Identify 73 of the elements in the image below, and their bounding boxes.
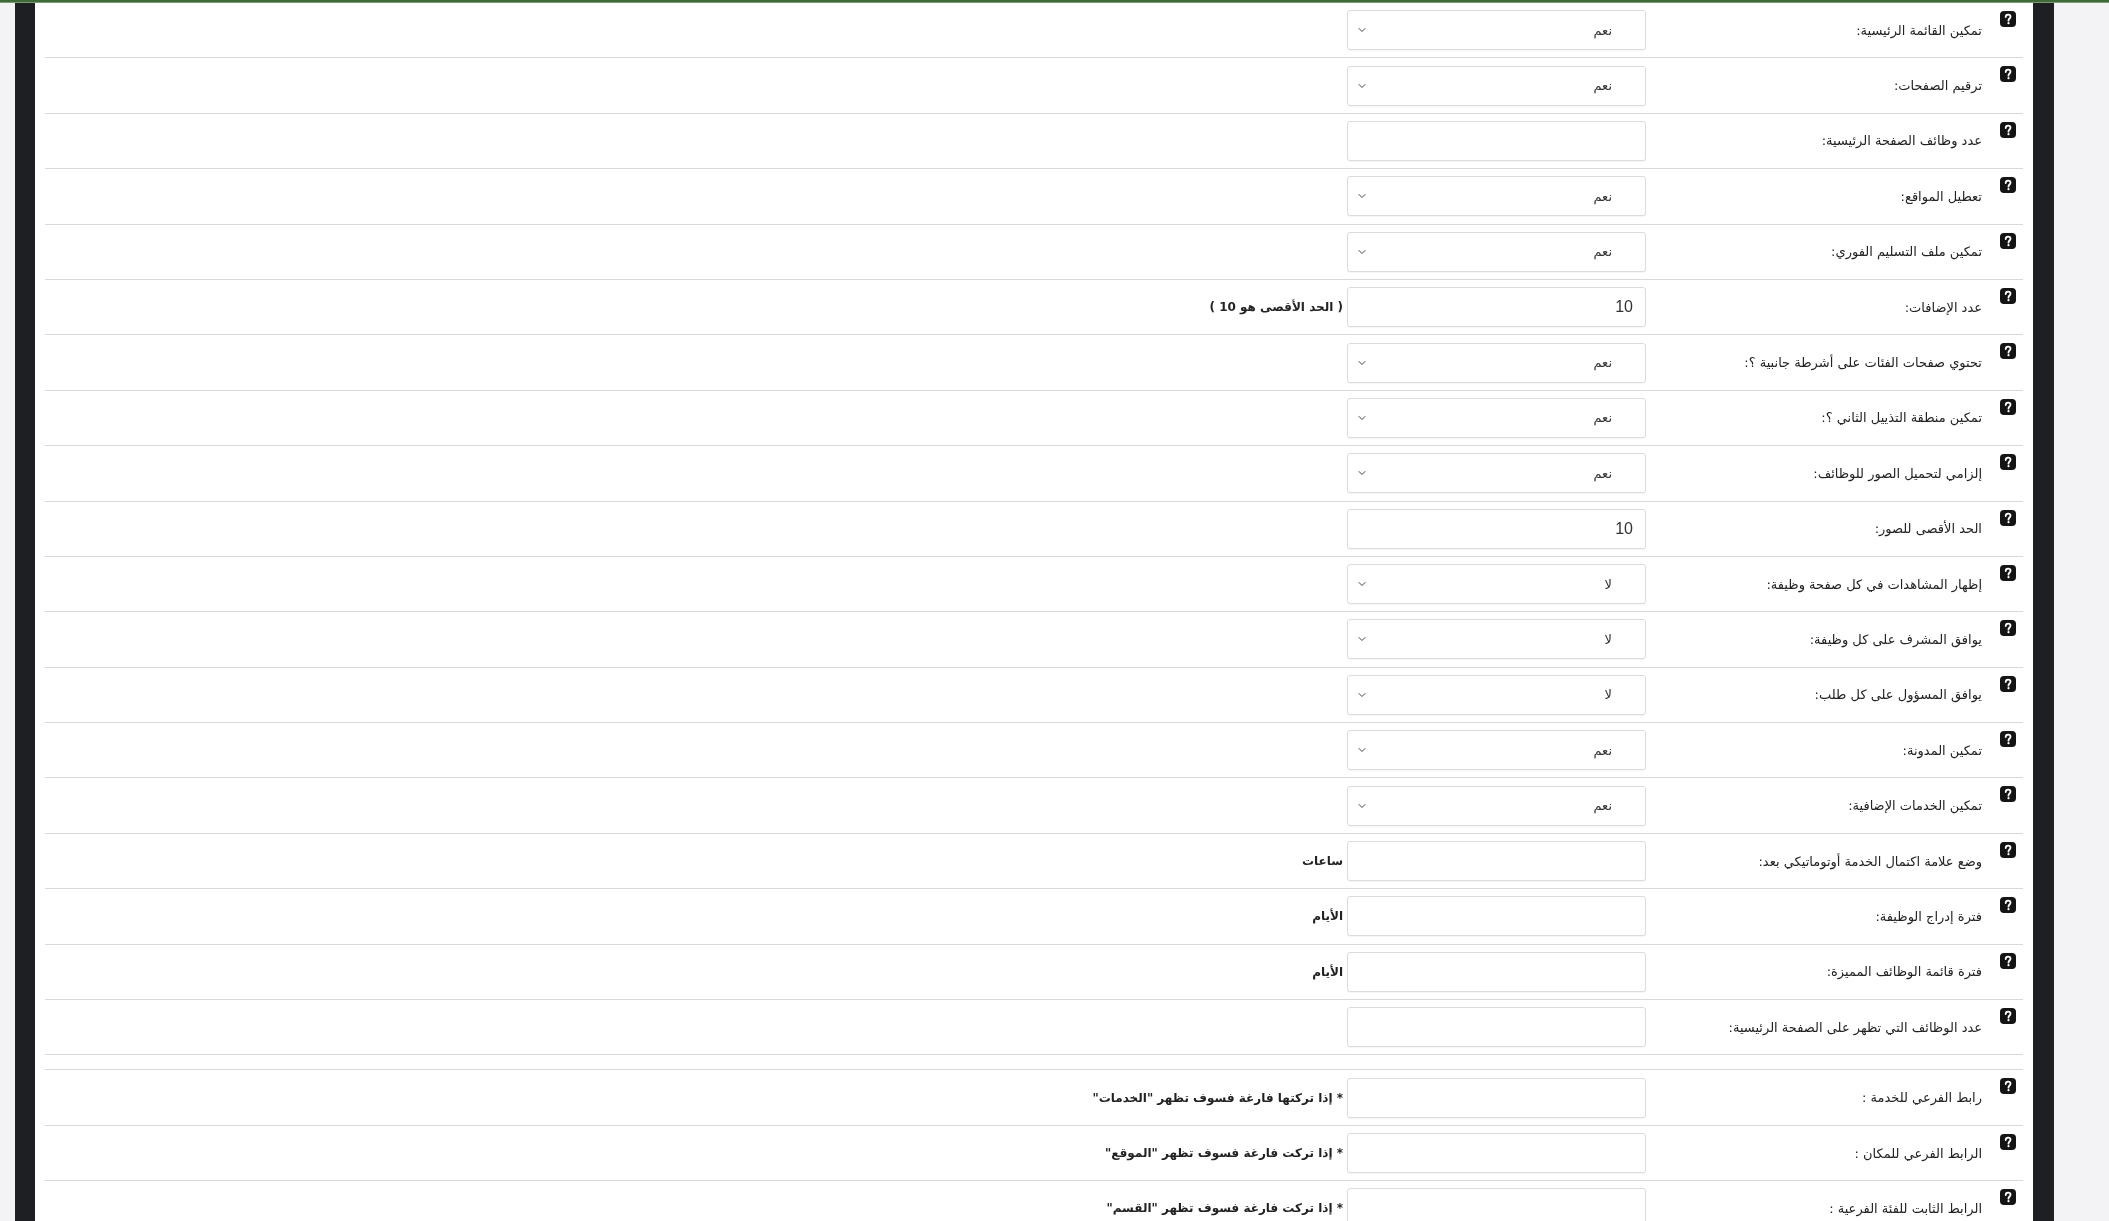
- input-field[interactable]: [1347, 1007, 1646, 1048]
- field-label: يوافق المسؤول على كل طلب:: [1814, 687, 1982, 703]
- field-label: يوافق المشرف على كل وظيفة:: [1809, 632, 1982, 647]
- field-note: * إذا تركت فارغة فسوف تظهر "الموقع": [1105, 1146, 1343, 1160]
- help-icon[interactable]: [2000, 177, 2016, 194]
- dropdown[interactable]: نعم: [1347, 231, 1646, 272]
- help-icon[interactable]: [2000, 121, 2016, 138]
- dropdown[interactable]: نعم: [1347, 397, 1646, 438]
- field-label: إلزامي لتحميل الصور للوظائف:: [1813, 465, 1982, 481]
- field-label: عدد وظائف الصفحة الرئيسية:: [1821, 133, 1982, 149]
- input-field[interactable]: [1347, 841, 1646, 882]
- field-label: إظهار المشاهدات في كل صفحة وظيفة:: [1766, 576, 1982, 592]
- help-icon[interactable]: [2000, 66, 2016, 83]
- input-field[interactable]: [1347, 1077, 1646, 1118]
- input-field[interactable]: [1347, 1133, 1646, 1173]
- help-icon[interactable]: [2000, 398, 2016, 415]
- field-label: تمكين الخدمات الإضافية:: [1848, 798, 1982, 814]
- help-icon[interactable]: [2000, 1189, 2016, 1206]
- help-icon[interactable]: [2000, 731, 2016, 748]
- dropdown[interactable]: نعم: [1347, 342, 1646, 383]
- field-label: تمكين القائمة الرئيسية:: [1856, 22, 1982, 38]
- input-field[interactable]: [1347, 1188, 1646, 1221]
- field-label: وضع علامة اكتمال الخدمة أوتوماتيكي بعد:: [1758, 853, 1982, 869]
- field-label: تمكين المدونة:: [1902, 742, 1982, 758]
- input-field[interactable]: [1347, 120, 1646, 161]
- field-label: فترة قائمة الوظائف المميزة:: [1826, 964, 1982, 980]
- field-label: رابط الفرعي للخدمة :: [1862, 1090, 1982, 1106]
- help-icon[interactable]: [2000, 786, 2016, 803]
- dropdown[interactable]: نعم: [1347, 65, 1646, 106]
- field-label: تمكين منطقة التذييل الثاني ؟:: [1821, 410, 1982, 426]
- input-field[interactable]: 10: [1347, 287, 1646, 328]
- field-note: الأيام: [1312, 964, 1343, 979]
- help-icon[interactable]: [2000, 287, 2016, 304]
- help-icon[interactable]: [2000, 343, 2016, 360]
- dropdown[interactable]: لا: [1347, 619, 1646, 660]
- help-icon[interactable]: [2000, 620, 2016, 637]
- dropdown[interactable]: لا: [1347, 674, 1646, 715]
- field-label: عدد الإضافات:: [1904, 299, 1982, 315]
- help-icon[interactable]: [2000, 11, 2016, 27]
- help-icon[interactable]: [2000, 1008, 2016, 1025]
- help-icon[interactable]: [2000, 1133, 2016, 1150]
- field-label: ترقيم الصفحات:: [1893, 78, 1982, 94]
- field-label: تعطيل المواقع:: [1900, 188, 1982, 204]
- help-icon[interactable]: [2000, 509, 2016, 526]
- field-label: عدد الوظائف التي تظهر على الصفحة الرئيسية:: [1728, 1019, 1982, 1035]
- dropdown[interactable]: نعم: [1347, 176, 1646, 217]
- help-icon[interactable]: [2000, 1078, 2016, 1095]
- field-label: فترة إدراج الوظيفة:: [1875, 908, 1982, 924]
- field-label: تحتوي صفحات الفئات على أشرطة جانبية ؟:: [1744, 355, 1982, 371]
- dropdown[interactable]: نعم: [1347, 785, 1646, 826]
- help-icon[interactable]: [2000, 952, 2016, 969]
- help-icon[interactable]: [2000, 897, 2016, 914]
- field-note: ساعات: [1301, 854, 1343, 869]
- field-note: الأيام: [1312, 909, 1343, 924]
- dropdown[interactable]: لا: [1347, 564, 1646, 605]
- input-field[interactable]: [1347, 896, 1646, 937]
- input-field[interactable]: [1347, 951, 1646, 992]
- dropdown[interactable]: نعم: [1347, 10, 1646, 51]
- field-label: الرابط الفرعي للمكان :: [1854, 1145, 1982, 1161]
- dropdown[interactable]: نعم: [1347, 730, 1646, 771]
- field-note: * إذا تركتها فارغة فسوف تظهر "الخدمات": [1092, 1090, 1343, 1105]
- field-label: الرابط الثابت للفئة الفرعية :: [1829, 1200, 1982, 1216]
- input-field[interactable]: 10: [1347, 508, 1646, 549]
- field-label: الحد الأقصى للصور:: [1874, 521, 1982, 537]
- help-icon[interactable]: [2000, 564, 2016, 581]
- dropdown[interactable]: نعم: [1347, 453, 1646, 494]
- field-label: تمكين ملف التسليم الفوري:: [1831, 244, 1982, 260]
- help-icon[interactable]: [2000, 232, 2016, 249]
- field-note: * إذا تركت فارغة فسوف تظهر "القسم": [1106, 1201, 1343, 1216]
- help-icon[interactable]: [2000, 454, 2016, 471]
- help-icon[interactable]: [2000, 675, 2016, 692]
- help-icon[interactable]: [2000, 841, 2016, 858]
- field-note: ( الحد الأقصى هو 10 ): [1209, 300, 1343, 315]
